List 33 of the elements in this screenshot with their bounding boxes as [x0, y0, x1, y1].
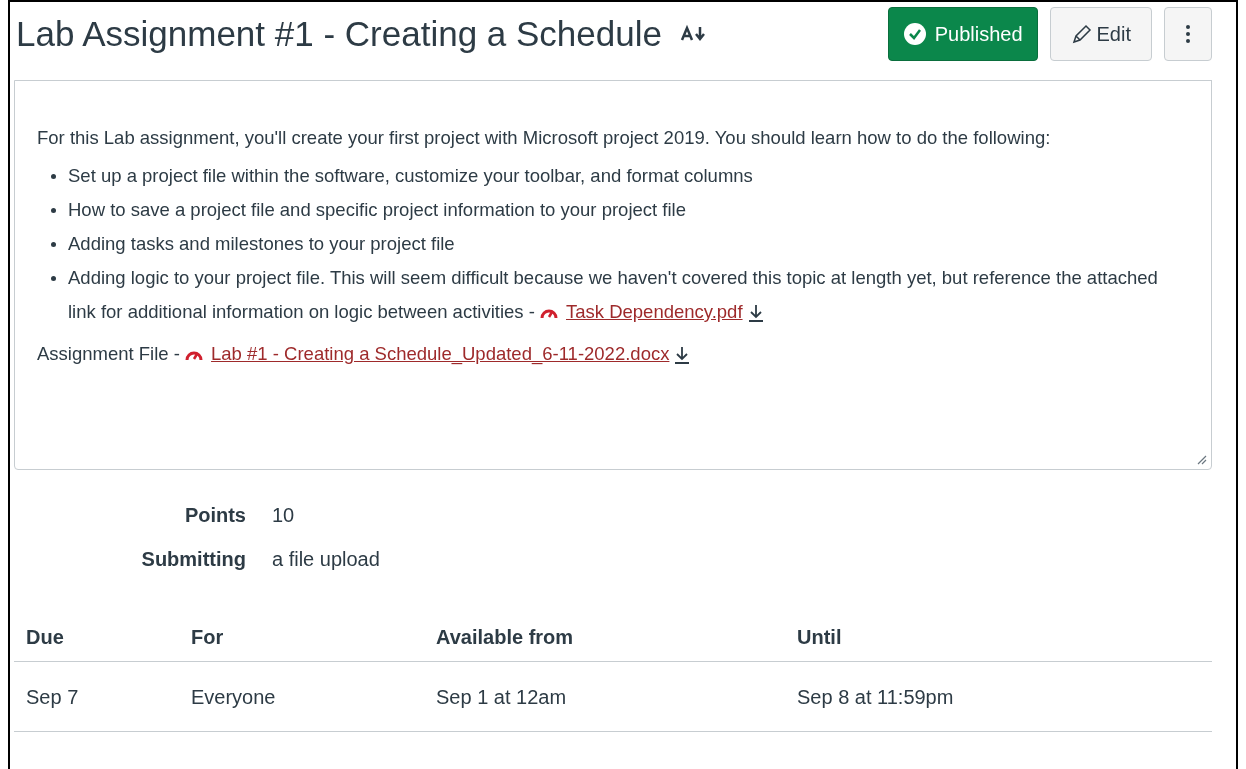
bullet-icon — [51, 276, 56, 281]
publish-button[interactable]: Published — [887, 7, 1038, 61]
detail-value: a file upload — [272, 547, 381, 572]
bullet-text: How to save a project file and specific project information to your project file — [68, 198, 686, 222]
column-header: For — [191, 625, 225, 650]
download-icon[interactable] — [673, 345, 692, 366]
file-link[interactable]: Lab #1 - Creating a Schedule_Updated_6-11-2022.docx — [211, 343, 670, 364]
table-cell-text: Sep 7 — [26, 684, 80, 710]
assignment-file-text: Assignment File - Lab #1 - Creating a Schedule_Updated_6-11-2022.docx — [37, 337, 1189, 371]
pencil-icon — [1070, 23, 1093, 45]
file-link[interactable]: Task Dependency.pdf — [566, 301, 743, 322]
table-cell-text: Sep 8 at 11:59pm — [797, 684, 955, 710]
column-header: Until — [797, 625, 843, 650]
bullet-icon — [51, 174, 56, 179]
bullet-text: Adding tasks and milestones to your project file — [68, 232, 455, 256]
more-icon — [1185, 24, 1191, 44]
detail-label: Submitting — [140, 547, 246, 572]
table-cell-text: Sep 1 at 12am — [436, 684, 568, 710]
column-header: Available from — [436, 625, 575, 650]
bullet-text: Adding logic to your project file. This will seem difficult because we haven't covered this topic at length yet, but reference the attached link for additional information on logic between activities - Task Dependency.pdf — [68, 266, 1159, 326]
download-icon[interactable] — [746, 303, 765, 324]
table-cell-text: Everyone — [191, 684, 277, 710]
bullet-icon — [51, 208, 56, 213]
detail-label: Points — [183, 503, 246, 528]
intro-text: For this Lab assignment, you'll create your first project with Microsoft project 2019. You should learn how to do the following: — [37, 126, 1052, 150]
bullet-text: Set up a project file within the software, customize your toolbar, and format columns — [68, 164, 753, 188]
check-icon — [902, 22, 927, 46]
column-header: Due — [26, 625, 65, 650]
page-title: Lab Assignment #1 - Creating a Schedule — [16, 12, 662, 55]
detail-value: 10 — [272, 503, 296, 528]
resize-handle-icon[interactable] — [1197, 455, 1207, 465]
edit-button[interactable]: Edit — [1049, 7, 1152, 61]
bullet-icon — [51, 242, 56, 247]
